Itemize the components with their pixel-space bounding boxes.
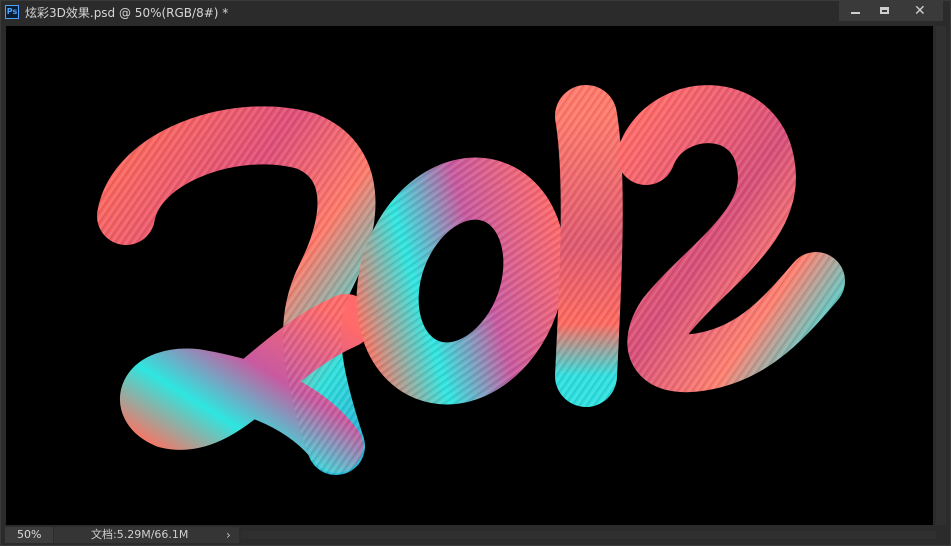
minimize-icon — [851, 12, 860, 14]
title-bar[interactable]: Ps 炫彩3D效果.psd @ 50%(RGB/8#) * ✕ — [1, 1, 950, 23]
document-size-info: 文档:5.29M/66.1M — [91, 528, 189, 541]
digit-1 — [555, 85, 623, 407]
artwork-2012 — [97, 85, 845, 475]
document-title: 炫彩3D效果.psd @ 50%(RGB/8#) * — [25, 6, 229, 20]
status-menu-arrow-icon[interactable]: › — [226, 527, 231, 543]
digit-2-first — [97, 106, 376, 475]
status-bar: 50% 文档:5.29M/66.1M › — [1, 525, 950, 545]
maximize-icon — [880, 7, 889, 14]
maximize-button[interactable] — [869, 1, 901, 21]
minimize-button[interactable] — [839, 1, 871, 21]
document-canvas[interactable] — [6, 26, 933, 525]
horizontal-scrollbar[interactable] — [241, 531, 936, 539]
photoshop-app-icon: Ps — [5, 5, 19, 19]
zoom-level[interactable]: 50% — [5, 527, 53, 543]
close-icon: ✕ — [914, 3, 926, 19]
digit-2-second — [617, 85, 845, 393]
document-window: Ps 炫彩3D效果.psd @ 50%(RGB/8#) * ✕ 50% 文档:5… — [0, 0, 951, 546]
digit-0 — [356, 157, 566, 405]
close-button[interactable]: ✕ — [899, 1, 943, 21]
vertical-scrollbar[interactable] — [936, 26, 946, 525]
